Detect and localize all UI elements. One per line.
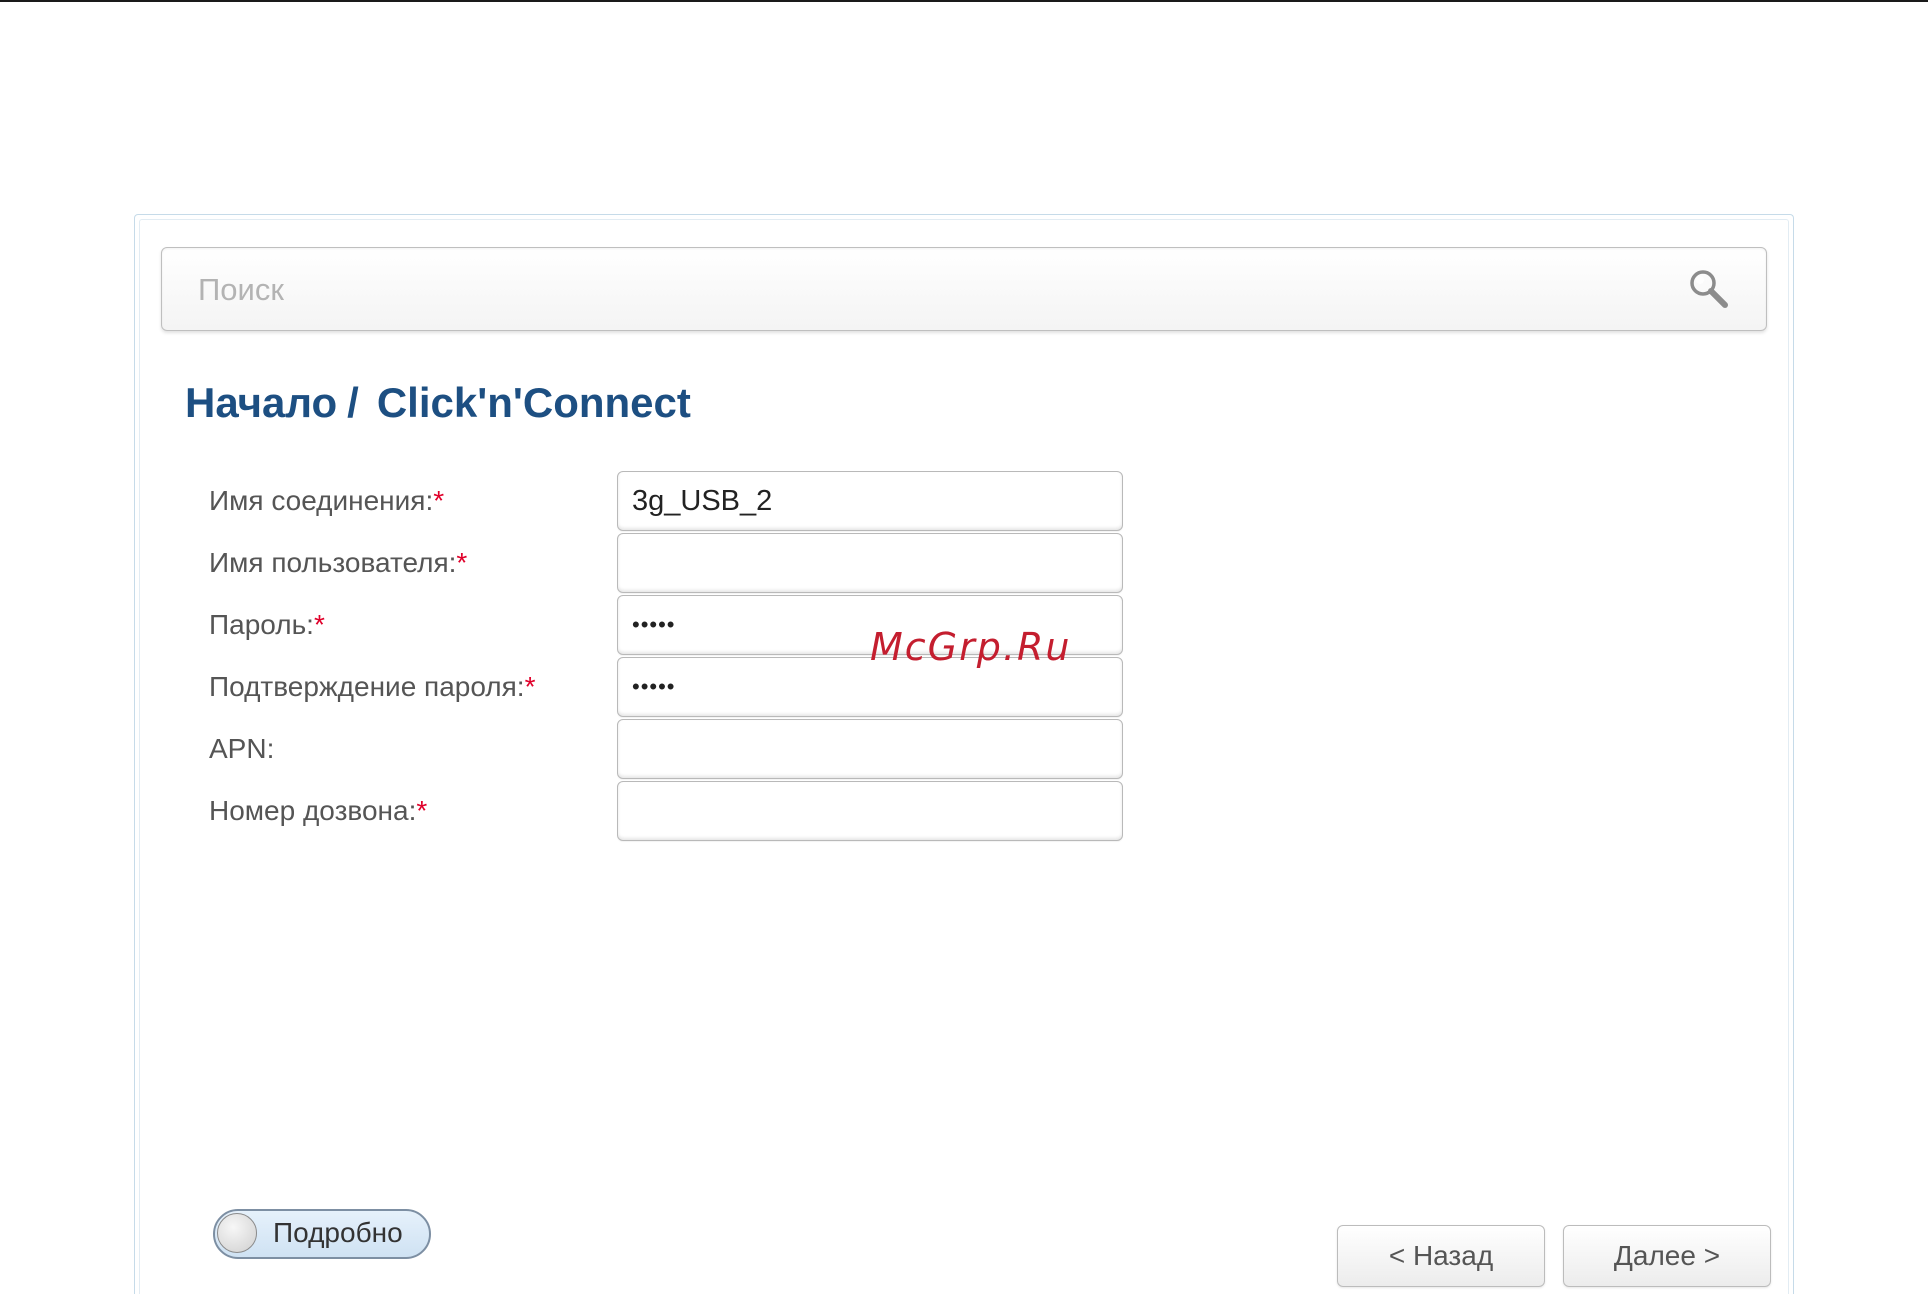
back-button[interactable]: < Назад xyxy=(1337,1225,1545,1287)
required-mark: * xyxy=(313,609,325,640)
advanced-toggle-label: Подробно xyxy=(273,1217,403,1248)
password-label: Пароль:* xyxy=(209,609,325,640)
required-mark: * xyxy=(433,485,445,516)
search-bar xyxy=(161,247,1767,332)
next-button[interactable]: Далее > xyxy=(1563,1225,1771,1287)
apn-label: APN: xyxy=(209,733,275,764)
breadcrumb-current: Click'n'Connect xyxy=(376,379,691,426)
required-mark: * xyxy=(524,671,536,702)
search-input[interactable] xyxy=(196,248,1680,332)
dial-number-label: Номер дозвона:* xyxy=(209,795,428,826)
apn-field[interactable] xyxy=(617,719,1123,779)
connection-name-field[interactable] xyxy=(617,471,1123,531)
username-field[interactable] xyxy=(617,533,1123,593)
breadcrumb-separator: / xyxy=(347,379,359,426)
required-mark: * xyxy=(416,795,428,826)
username-label: Имя пользователя:* xyxy=(209,547,468,578)
advanced-toggle[interactable]: Подробно xyxy=(213,1209,431,1259)
page-title: Начало / Click'n'Connect xyxy=(185,379,691,427)
required-mark: * xyxy=(456,547,468,578)
connection-name-label: Имя соединения:* xyxy=(209,485,445,516)
dial-number-field[interactable] xyxy=(617,781,1123,841)
password-confirm-label: Подтверждение пароля:* xyxy=(209,671,536,702)
breadcrumb-home[interactable]: Начало xyxy=(185,379,337,426)
watermark-text: McGrp.Ru xyxy=(870,625,1072,669)
top-rule xyxy=(0,0,1928,2)
wizard-panel: Начало/Click'n'Connect Имя соединения:* … xyxy=(134,214,1794,1294)
search-icon[interactable] xyxy=(1686,266,1732,312)
form-row-dial-number: Номер дозвона:* xyxy=(209,781,1169,857)
toggle-knob[interactable] xyxy=(217,1213,257,1253)
